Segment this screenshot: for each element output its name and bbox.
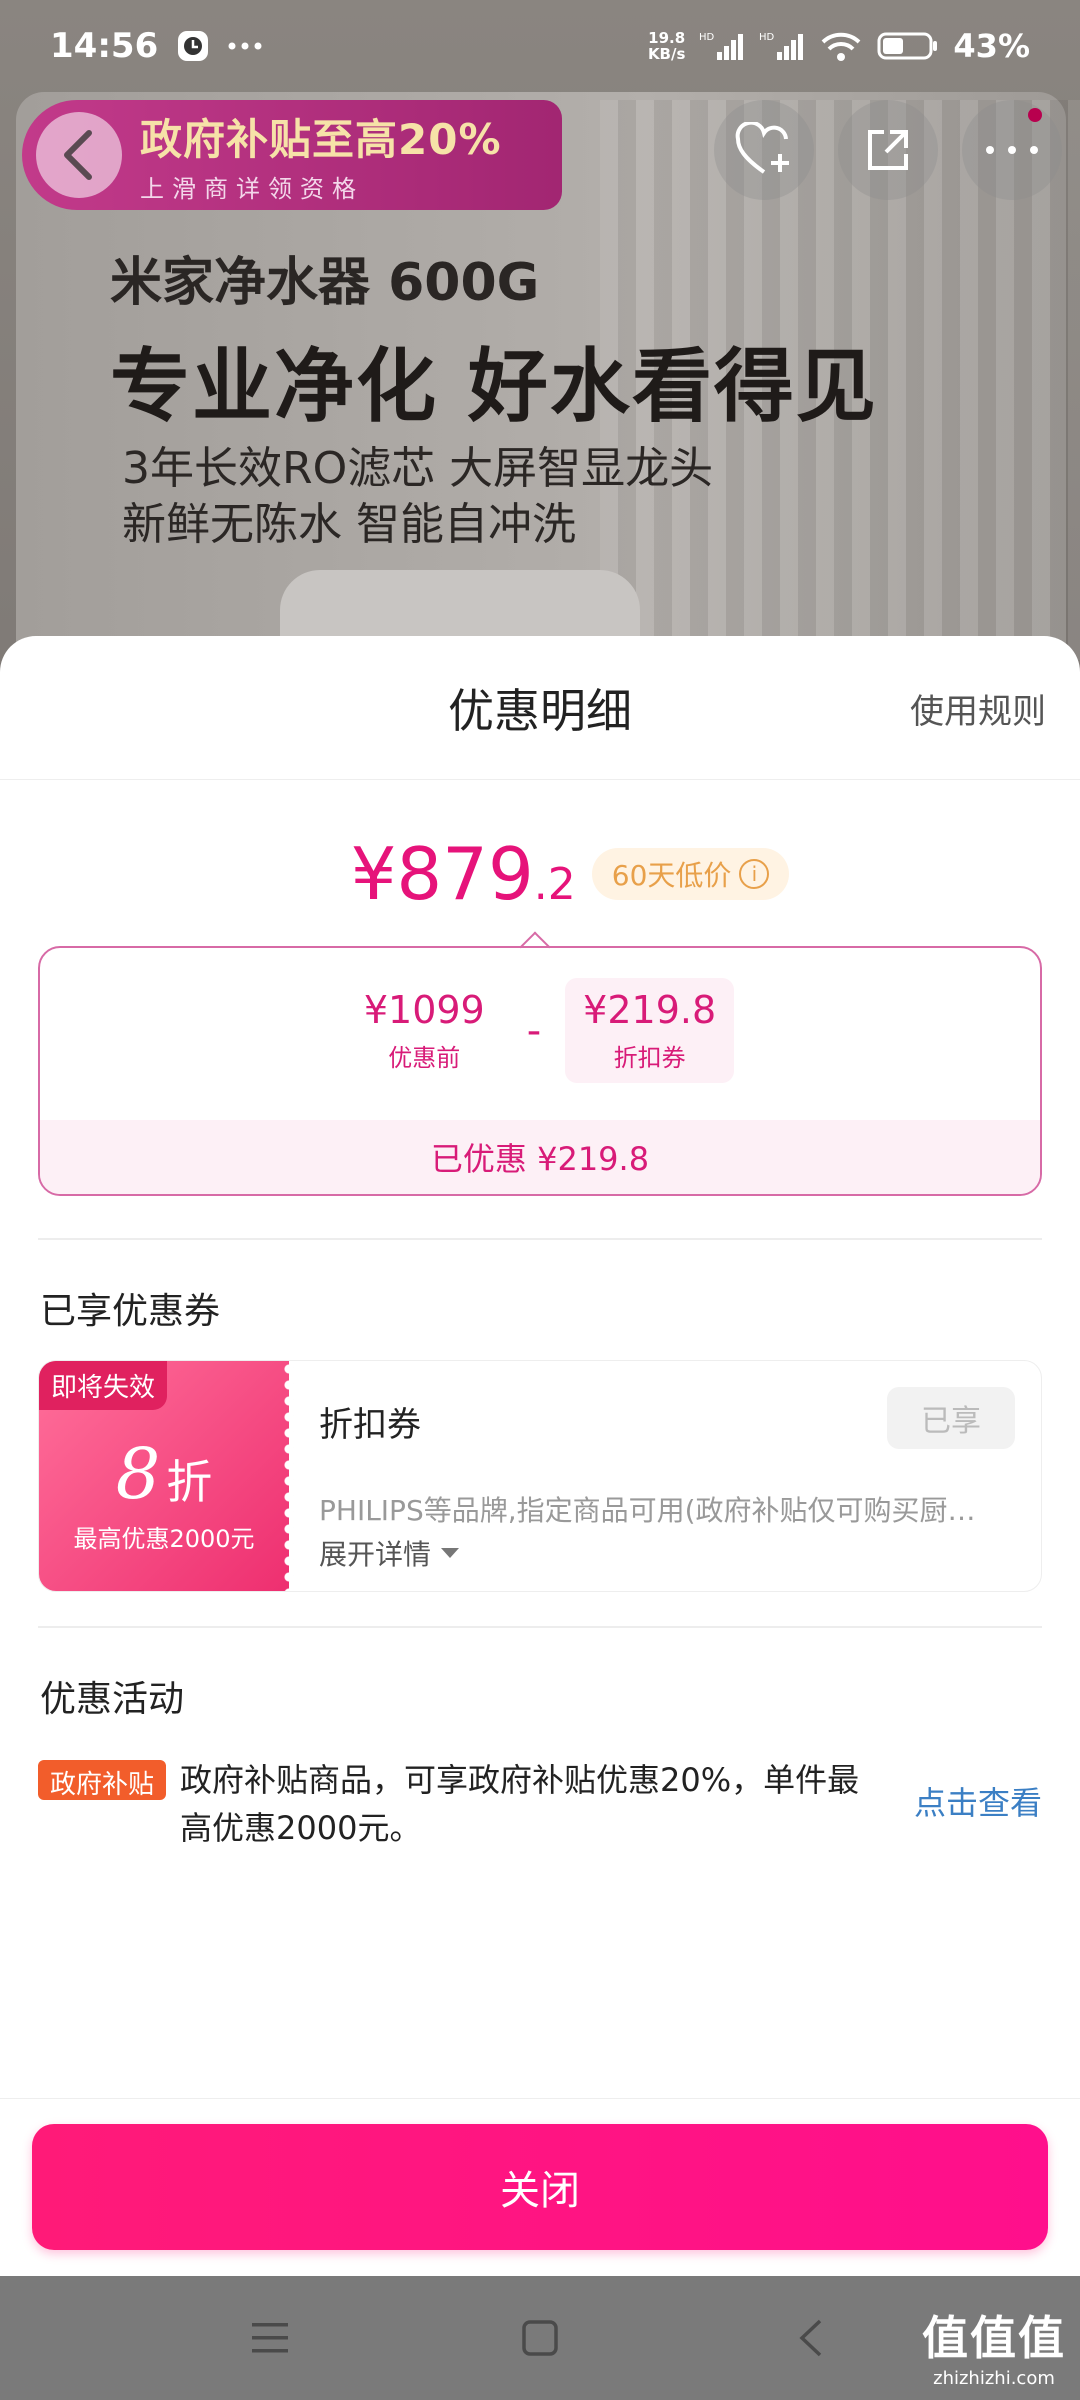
home-square-icon	[522, 2320, 558, 2356]
product-page-background: 政府补贴至高20% 上滑商详领资格 米家净水器 600G 专业净化 好水看得见 …	[0, 0, 1080, 700]
gov-subsidy-tag: 政府补贴	[38, 1760, 167, 1800]
price-calculation-box: ¥1099 优惠前 - ¥219.8 折扣券 已优惠 ¥219.8	[38, 946, 1042, 1196]
battery-percent: 43%	[953, 27, 1030, 65]
notification-dot	[1028, 108, 1042, 122]
coupon-discount-value: ¥219.8	[583, 988, 717, 1032]
activities-section-title: 优惠活动	[40, 1679, 185, 1720]
back-nav-button[interactable]	[780, 2308, 840, 2368]
status-time: 14:56	[50, 26, 159, 66]
discount-details-sheet: 优惠明细 使用规则 ¥879.2 60天低价 i ¥1099 优惠前 - ¥21…	[0, 636, 1080, 2276]
divider	[38, 1626, 1042, 1628]
max-discount: 最高优惠2000元	[73, 1524, 255, 1553]
activity-description: 政府补贴商品，可享政府补贴优惠20%，单件最高优惠2000元。	[180, 1761, 860, 1847]
hero-feature-line-1: 3年长效RO滤芯 大屏智显龙头	[122, 443, 714, 494]
home-button[interactable]	[510, 2308, 570, 2368]
back-arrow-icon	[799, 2319, 822, 2357]
back-button[interactable]	[36, 112, 122, 198]
minus-sign: -	[526, 1007, 542, 1054]
divider	[38, 1238, 1042, 1240]
view-details-link[interactable]: 点击查看	[914, 1778, 1042, 1852]
footer-divider	[0, 2098, 1080, 2099]
favorite-button[interactable]	[714, 100, 814, 200]
coupon-discount-caption: 折扣券	[613, 1044, 686, 1072]
battery-icon	[877, 32, 938, 60]
coupon-value-panel: 即将失效 8 折 最高优惠2000元	[39, 1361, 295, 1591]
net-speed: 19.8 KB/s	[647, 29, 686, 63]
activity-item: 政府补贴 政府补贴商品，可享政府补贴优惠20%，单件最高优惠2000元。 点击查…	[38, 1756, 1042, 1852]
total-saved: 已优惠 ¥219.8	[40, 1120, 1040, 1194]
original-price-caption: 优惠前	[388, 1044, 461, 1072]
app-icon	[178, 31, 209, 61]
hero-slogan: 专业净化 好水看得见	[110, 340, 878, 433]
coupons-section-title: 已享优惠券	[40, 1291, 221, 1332]
original-price-item: ¥1099 优惠前	[346, 978, 503, 1083]
more-dots-icon	[228, 42, 262, 50]
promo-banner[interactable]: 政府补贴至高20% 上滑商详领资格	[22, 100, 562, 210]
system-nav-bar	[0, 2276, 1080, 2400]
hero-product-name: 米家净水器 600G	[110, 253, 540, 313]
coupon-status-button: 已享	[887, 1387, 1015, 1449]
menu-icon	[252, 2323, 288, 2353]
coupon-description: PHILIPS等品牌,指定商品可用(政府补贴仅可购买厨…	[319, 1494, 976, 1527]
final-price: ¥879.2	[350, 832, 576, 916]
more-icon	[986, 146, 1038, 154]
coupon-info: 折扣券 已享 PHILIPS等品牌,指定商品可用(政府补贴仅可购买厨… 展开详情	[289, 1361, 1041, 1591]
low-price-badge[interactable]: 60天低价 i	[591, 848, 790, 900]
sheet-title: 优惠明细	[448, 683, 632, 738]
status-bar: 14:56 19.8 KB/s HD HD 43%	[0, 0, 1080, 92]
coupon-discount-item: ¥219.8 折扣券	[565, 978, 735, 1083]
more-button[interactable]	[962, 100, 1062, 200]
hero-feature-line-2: 新鲜无陈水 智能自冲洗	[122, 499, 576, 550]
expand-details-button[interactable]: 展开详情	[319, 1533, 460, 1573]
close-button[interactable]: 关闭	[32, 2124, 1048, 2250]
svg-text:HD: HD	[699, 32, 715, 43]
svg-text:HD: HD	[759, 32, 775, 43]
share-button[interactable]	[838, 100, 938, 200]
coupon-card[interactable]: 即将失效 8 折 最高优惠2000元 折扣券 已享 PHILIPS等品牌,指定商…	[38, 1360, 1042, 1592]
discount-rate: 8 折	[115, 1432, 213, 1515]
info-icon[interactable]: i	[739, 859, 770, 889]
watermark: 值值值 zhizhizhi.com	[922, 2311, 1066, 2389]
share-icon	[868, 130, 908, 170]
menu-button[interactable]	[240, 2308, 300, 2368]
promo-subtitle: 上滑商详领资格	[140, 175, 364, 203]
promo-title: 政府补贴至高20%	[140, 115, 502, 164]
back-icon	[64, 130, 92, 180]
usage-rules-link[interactable]: 使用规则	[910, 684, 1046, 733]
chevron-down-icon	[441, 1548, 460, 1558]
original-price: ¥1099	[363, 988, 485, 1032]
sheet-header: 优惠明细 使用规则	[0, 636, 1080, 780]
final-price-row: ¥879.2 60天低价 i	[0, 832, 1080, 916]
expiring-tag: 即将失效	[39, 1361, 168, 1410]
coupon-name: 折扣券	[319, 1405, 421, 1445]
top-actions	[714, 100, 1062, 200]
favorite-add-icon	[735, 122, 789, 174]
signal-icon: HD	[759, 32, 804, 60]
wifi-icon	[822, 32, 861, 61]
signal-icon: HD	[699, 32, 744, 60]
